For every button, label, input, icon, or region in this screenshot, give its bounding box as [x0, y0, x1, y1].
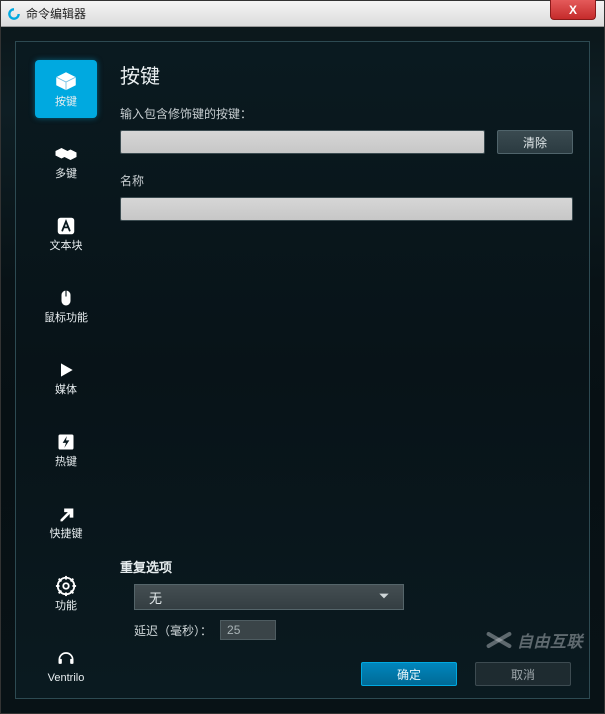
sidebar-item-label: 快捷键 — [50, 529, 83, 540]
close-icon: X — [569, 3, 577, 17]
repeat-selected: 无 — [149, 588, 162, 607]
panel: 按键 多键 文本块 — [15, 41, 590, 699]
sidebar-item-label: 功能 — [55, 601, 77, 612]
sidebar-item-ventrilo[interactable]: Ventrilo — [35, 636, 97, 694]
sidebar-item-label: 鼠标功能 — [44, 313, 88, 324]
headset-icon — [53, 647, 79, 669]
content-area: 按键 多键 文本块 — [1, 27, 604, 713]
play-icon — [53, 359, 79, 381]
sidebar-item-textblock[interactable]: 文本块 — [35, 204, 97, 262]
sidebar-item-hotkeys[interactable]: 热键 — [35, 420, 97, 478]
delay-input[interactable] — [220, 620, 276, 640]
sidebar-item-label: 媒体 — [55, 385, 77, 396]
sidebar-item-label: Ventrilo — [48, 673, 85, 684]
app-logo-icon — [7, 7, 21, 21]
main-pane: 按键 输入包含修饰键的按键： 清除 名称 重复选项 无 — [116, 42, 589, 698]
sidebar-item-media[interactable]: 媒体 — [35, 348, 97, 406]
close-button[interactable]: X — [550, 0, 596, 20]
sidebar-item-shortcut[interactable]: 快捷键 — [35, 492, 97, 550]
sidebar-item-label: 文本块 — [50, 241, 83, 252]
name-row — [120, 197, 573, 221]
sidebar-item-label: 多键 — [55, 169, 77, 180]
delay-label: 延迟（毫秒）： — [134, 622, 212, 639]
name-label: 名称 — [120, 172, 573, 189]
keycap-icon — [53, 71, 79, 93]
name-input[interactable] — [120, 197, 573, 221]
clear-button[interactable]: 清除 — [497, 130, 573, 154]
sidebar-item-multikey[interactable]: 多键 — [35, 132, 97, 190]
keystroke-input[interactable] — [120, 130, 485, 154]
text-icon — [53, 215, 79, 237]
keystroke-label: 输入包含修饰键的按键： — [120, 105, 573, 122]
repeat-dropdown[interactable]: 无 — [134, 584, 404, 610]
repeat-section: 重复选项 无 延迟（毫秒）： — [120, 557, 573, 640]
arrow-icon — [53, 503, 79, 525]
repeat-title: 重复选项 — [120, 557, 573, 576]
keys-icon — [53, 143, 79, 165]
bolt-icon — [53, 431, 79, 453]
sidebar-item-mouse[interactable]: 鼠标功能 — [35, 276, 97, 334]
delay-row: 延迟（毫秒）： — [134, 620, 573, 640]
command-editor-window: 命令编辑器 X 按键 多键 — [0, 0, 605, 714]
window-title: 命令编辑器 — [26, 5, 86, 22]
ok-button[interactable]: 确定 — [361, 662, 457, 686]
footer: 确定 取消 — [120, 662, 573, 686]
sidebar-item-label: 按键 — [55, 97, 77, 108]
sidebar-item-keystroke[interactable]: 按键 — [35, 60, 97, 118]
sidebar: 按键 多键 文本块 — [16, 42, 116, 698]
titlebar: 命令编辑器 X — [1, 1, 604, 27]
sidebar-item-label: 热键 — [55, 457, 77, 468]
cancel-button[interactable]: 取消 — [475, 662, 571, 686]
page-heading: 按键 — [120, 60, 573, 89]
spacer — [120, 239, 573, 557]
chevron-down-icon — [375, 589, 393, 606]
gear-icon — [53, 575, 79, 597]
sidebar-item-function[interactable]: 功能 — [35, 564, 97, 622]
mouse-icon — [53, 287, 79, 309]
keystroke-row: 清除 — [120, 130, 573, 154]
